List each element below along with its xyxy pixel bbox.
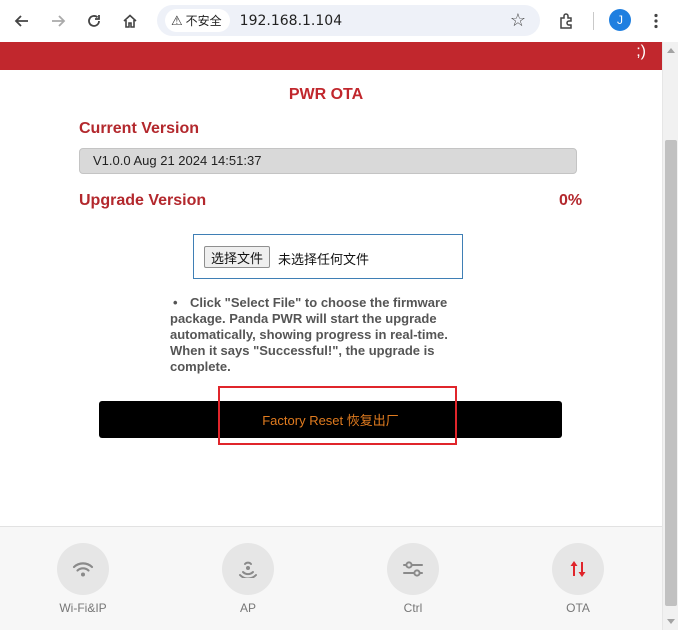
nav-label-ctrl: Ctrl <box>403 601 423 615</box>
page-viewport: ;) PWR OTA Current Version V1.0.0 Aug 21… <box>0 42 662 630</box>
reload-icon[interactable] <box>81 8 107 34</box>
back-icon[interactable] <box>9 8 35 34</box>
security-label: 不安全 <box>185 14 222 28</box>
scroll-down-icon[interactable] <box>667 619 675 624</box>
sliders-icon <box>387 543 439 595</box>
toolbar-divider <box>593 12 594 30</box>
bookmark-star-icon[interactable]: ☆ <box>510 10 526 31</box>
url-text[interactable]: 192.168.1.104 <box>240 13 342 29</box>
nav-item-ctrl[interactable]: Ctrl <box>373 543 453 615</box>
nav-label-wifi: Wi-Fi&IP <box>59 601 107 615</box>
broadcast-icon <box>222 543 274 595</box>
instructions-text: Click "Select File" to choose the firmwa… <box>170 295 448 374</box>
scroll-thumb[interactable] <box>665 140 677 606</box>
extensions-icon[interactable] <box>554 8 580 34</box>
browser-toolbar: ⚠ 不安全 192.168.1.104 ☆ J <box>0 0 678 42</box>
security-chip[interactable]: ⚠ 不安全 <box>165 9 230 32</box>
bullet: • <box>173 295 178 310</box>
top-banner: ;) <box>0 42 662 70</box>
instructions-list-item: • Click "Select File" to choose the firmw… <box>170 295 480 375</box>
current-version-value: V1.0.0 Aug 21 2024 14:51:37 <box>79 148 577 174</box>
bottom-nav: Wi-Fi&IP AP Ctrl OTA <box>0 526 662 630</box>
forward-icon[interactable] <box>45 8 71 34</box>
upgrade-version-label: Upgrade Version <box>79 192 207 209</box>
highlight-box <box>218 386 457 445</box>
warning-icon: ⚠ <box>171 12 183 28</box>
file-status-text: 未选择任何文件 <box>278 252 370 267</box>
nav-item-ap[interactable]: AP <box>208 543 288 615</box>
menu-kebab-icon[interactable] <box>643 8 669 34</box>
current-version-label: Current Version <box>79 120 200 137</box>
address-bar[interactable]: ⚠ 不安全 192.168.1.104 ☆ <box>157 5 540 36</box>
choose-file-button[interactable]: 选择文件 <box>204 246 271 268</box>
page-scrollbar[interactable] <box>662 42 678 630</box>
wifi-icon <box>57 543 109 595</box>
nav-label-ap: AP <box>239 601 256 615</box>
nav-item-wifi[interactable]: Wi-Fi&IP <box>43 543 123 615</box>
scroll-up-icon[interactable] <box>667 48 675 53</box>
home-icon[interactable] <box>117 8 143 34</box>
upgrade-progress: 0% <box>559 192 583 209</box>
nav-label-ota: OTA <box>566 601 590 615</box>
page-title: PWR OTA <box>288 86 364 103</box>
profile-avatar[interactable]: J <box>609 9 631 31</box>
upgrade-icon <box>552 543 604 595</box>
banner-smile: ;) <box>636 43 646 60</box>
file-upload-box: 选择文件 未选择任何文件 <box>193 234 463 279</box>
nav-item-ota[interactable]: OTA <box>538 543 618 615</box>
